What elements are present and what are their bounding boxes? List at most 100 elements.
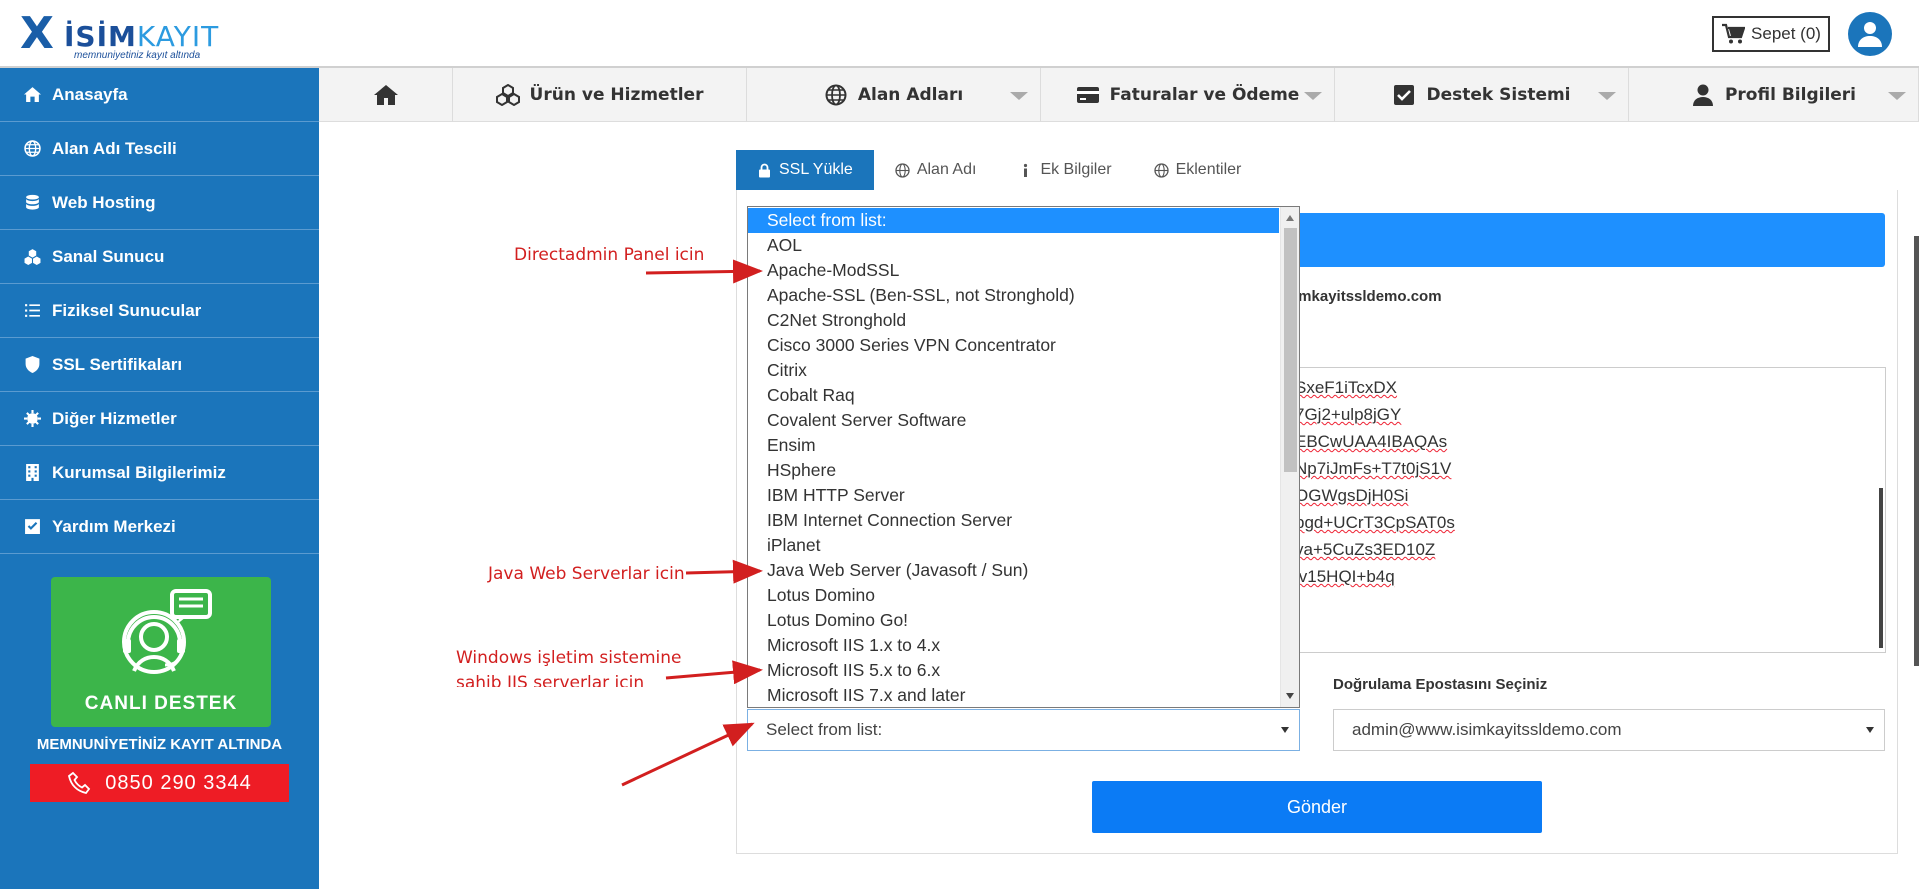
sidebar-item-home[interactable]: Anasayfa: [0, 68, 319, 122]
main-navigation: Ürün ve Hizmetler Alan Adları Faturalar …: [319, 68, 1919, 122]
dropdown-option[interactable]: Cobalt Raq: [748, 383, 1279, 408]
dropdown-option[interactable]: Ensim: [748, 433, 1279, 458]
dropdown-option[interactable]: Java Web Server (Javasoft / Sun): [748, 558, 1279, 583]
phone-number-button[interactable]: 0850 290 3344: [30, 764, 289, 802]
logo-x-mark: X: [20, 8, 54, 59]
tab-label: Eklentiler: [1175, 161, 1242, 178]
sidebar-item-other-services[interactable]: Diğer Hizmetler: [0, 392, 319, 446]
dropdown-option[interactable]: Cisco 3000 Series VPN Concentrator: [748, 333, 1279, 358]
dropdown-option[interactable]: Microsoft IIS 1.x to 4.x: [748, 633, 1279, 658]
phone-icon: [68, 771, 91, 795]
csr-line: lv15HQI+b4q: [1295, 567, 1395, 586]
chevron-down-icon: [1598, 92, 1616, 100]
home-icon: [373, 85, 398, 105]
chevron-down-icon: [1888, 92, 1906, 100]
tab-label: Ek Bilgiler: [1040, 161, 1112, 178]
live-support-button[interactable]: CANLI DESTEK: [51, 577, 271, 727]
sidebar-item-label: Yardım Merkezi: [52, 516, 176, 536]
server-type-dropdown-list[interactable]: Select from list: AOL Apache-ModSSL Apac…: [747, 206, 1300, 708]
csr-line: EBCwUAA4IBAQAs: [1295, 432, 1448, 451]
cart-icon: [1722, 23, 1746, 44]
logo-word-isim: İSİM: [64, 20, 137, 53]
sidebar-item-label: Diğer Hizmetler: [52, 408, 177, 428]
dropdown-option[interactable]: AOL: [748, 233, 1279, 258]
sidebar-item-ssl-certificates[interactable]: SSL Sertifikaları: [0, 338, 319, 392]
lock-icon: [759, 163, 770, 177]
shield-icon: [22, 355, 42, 375]
arrow-select: [621, 722, 755, 787]
dropdown-arrow-icon: [1281, 727, 1289, 733]
database-icon: [22, 193, 42, 213]
live-support-label: CANLI DESTEK: [84, 693, 238, 714]
sidebar-item-label: SSL Sertifikaları: [52, 354, 183, 374]
sidebar-item-virtual-server[interactable]: Sanal Sunucu: [0, 230, 319, 284]
dropdown-option[interactable]: Covalent Server Software: [748, 408, 1279, 433]
dropdown-option[interactable]: C2Net Stronghold: [748, 308, 1279, 333]
page-scrollbar[interactable]: [1914, 236, 1919, 666]
dropdown-option[interactable]: iPlanet: [748, 533, 1279, 558]
nav-label: Profil Bilgileri: [1724, 85, 1857, 105]
verify-email-label: Doğrulama Epostasını Seçiniz: [1333, 676, 1548, 693]
credit-card-icon: [1076, 87, 1099, 103]
tab-domain[interactable]: Alan Adı: [874, 150, 998, 190]
dropdown-option[interactable]: Citrix: [748, 358, 1279, 383]
tab-ssl-upload[interactable]: SSL Yükle: [736, 150, 874, 190]
dropdown-option[interactable]: Select from list:: [748, 208, 1279, 233]
annotation-windows-line2: sahib IIS serverlar icin: [456, 673, 645, 687]
sidebar-item-label: Sanal Sunucu: [52, 246, 165, 266]
scroll-down-icon[interactable]: [1286, 693, 1294, 699]
annotation-windows-line1: Windows işletim sistemine: [456, 648, 682, 668]
sidebar-item-physical-servers[interactable]: Fiziksel Sunucular: [0, 284, 319, 338]
submit-button[interactable]: Gönder: [1092, 781, 1542, 833]
dropdown-option[interactable]: Microsoft IIS 5.x to 6.x: [748, 658, 1279, 683]
nav-products-services[interactable]: Ürün ve Hizmetler: [453, 68, 747, 122]
scroll-thumb[interactable]: [1284, 228, 1297, 472]
dropdown-scrollbar[interactable]: [1280, 207, 1299, 707]
slogan-text: MEMNUNİYETİNİZ KAYIT ALTINDA: [36, 736, 283, 753]
nav-support-system[interactable]: Destek Sistemi: [1335, 68, 1629, 122]
cart-button[interactable]: Sepet (0): [1712, 16, 1830, 52]
info-banner: [1297, 213, 1885, 267]
scroll-up-icon[interactable]: [1286, 215, 1294, 221]
phone-number: 0850 290 3344: [105, 771, 252, 794]
site-logo[interactable]: X İSİMKAYIT memnuniyetiniz kayıt altında: [20, 6, 230, 64]
dropdown-arrow-icon: [1866, 727, 1874, 733]
nav-domains[interactable]: Alan Adları: [747, 68, 1041, 122]
nav-home[interactable]: [319, 68, 453, 122]
nav-invoices-payment[interactable]: Faturalar ve Ödeme: [1041, 68, 1335, 122]
nav-label: Alan Adları: [857, 85, 964, 105]
sidebar-item-label: Anasayfa: [52, 84, 128, 104]
verify-email-select[interactable]: admin@www.isimkayitssldemo.com: [1333, 709, 1885, 751]
sidebar-item-help-center[interactable]: Yardım Merkezi: [0, 500, 319, 554]
logo-tagline: memnuniyetiniz kayıt altında: [74, 50, 201, 61]
dropdown-option[interactable]: Lotus Domino: [748, 583, 1279, 608]
dropdown-option[interactable]: IBM HTTP Server: [748, 483, 1279, 508]
user-account-button[interactable]: [1848, 12, 1892, 56]
globe-icon: [825, 84, 847, 106]
server-type-select[interactable]: Select from list:: [747, 709, 1300, 751]
sidebar-item-label: Fiziksel Sunucular: [52, 300, 202, 320]
dropdown-option[interactable]: HSphere: [748, 458, 1279, 483]
check-square-icon: [22, 517, 42, 537]
csr-line: Np7iJmFs+T7t0jS1V: [1295, 459, 1452, 478]
nav-profile[interactable]: Profil Bilgileri: [1629, 68, 1919, 122]
csr-textarea[interactable]: SxeF1iTcxDX 7Gj2+ulp8jGY EBCwUAA4IBAQAs …: [1290, 367, 1886, 653]
verify-email-value: admin@www.isimkayitssldemo.com: [1352, 720, 1622, 739]
sidebar-item-web-hosting[interactable]: Web Hosting: [0, 176, 319, 230]
cog-icon: [22, 409, 42, 429]
tab-additional-info[interactable]: Ek Bilgiler: [997, 150, 1132, 190]
sidebar-item-domain-registration[interactable]: Alan Adı Tescili: [0, 122, 319, 176]
tab-label: SSL Yükle: [779, 161, 853, 178]
list-icon: [22, 301, 42, 321]
dropdown-option[interactable]: Apache-ModSSL: [748, 258, 1279, 283]
dropdown-option[interactable]: Microsoft IIS 7.x and later: [748, 683, 1279, 707]
dropdown-option[interactable]: Lotus Domino Go!: [748, 608, 1279, 633]
tab-plugins[interactable]: Eklentiler: [1133, 150, 1263, 190]
nav-label: Ürün ve Hizmetler: [529, 85, 704, 105]
csr-scrollbar[interactable]: [1879, 488, 1883, 648]
user-icon: [1692, 84, 1713, 106]
dropdown-option[interactable]: IBM Internet Connection Server: [748, 508, 1279, 533]
dropdown-option[interactable]: Apache-SSL (Ben-SSL, not Stronghold): [748, 283, 1279, 308]
sidebar-item-corporate-info[interactable]: Kurumsal Bilgilerimiz: [0, 446, 319, 500]
cubes-icon: [22, 247, 42, 267]
